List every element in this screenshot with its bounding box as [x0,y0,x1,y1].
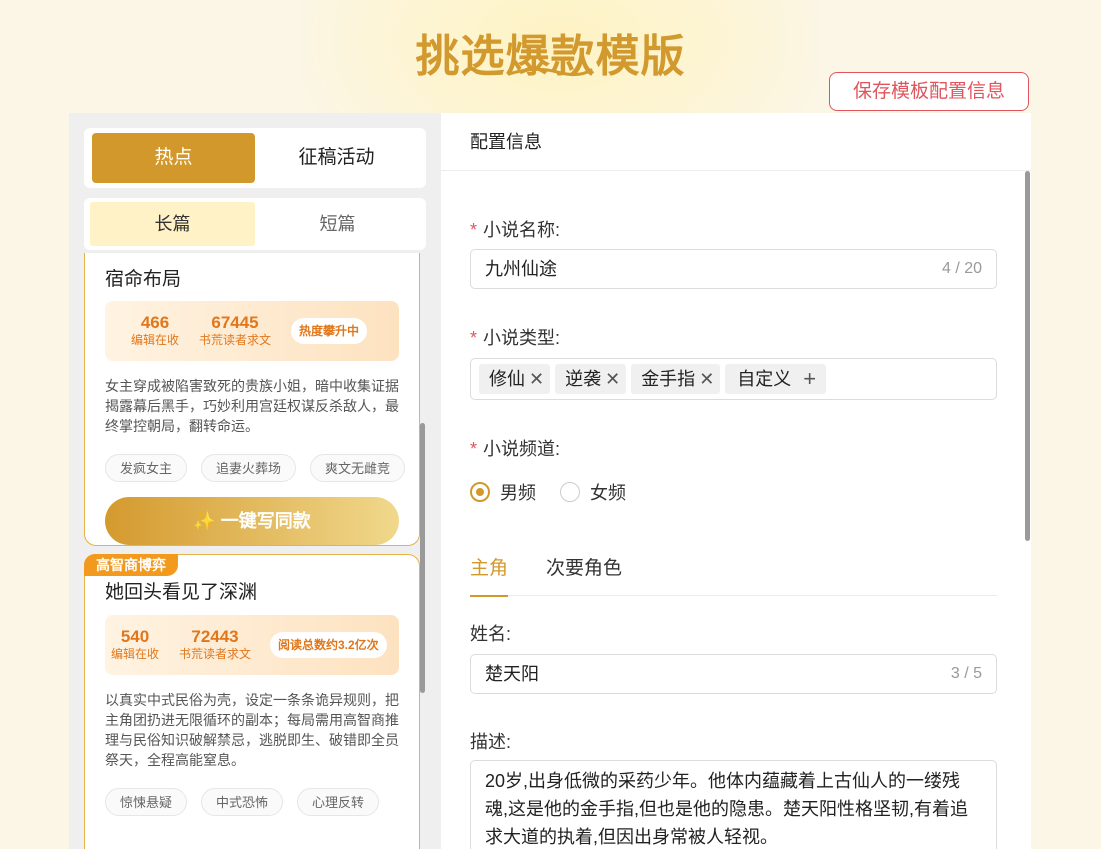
template-card[interactable]: 高智商博弈 她回头看见了深渊 540 编辑在收 72443 书荒读者求文 阅读总… [84,554,420,849]
radio-label: 女频 [590,483,626,503]
card-description: 女主穿成被陷害致死的贵族小姐，暗中收集证据揭露幕后黑手，巧妙利用宫廷权谋反杀敌人… [105,378,399,434]
editor-stat: 466 编辑在收 [131,313,179,347]
tag[interactable]: 中式恐怖 [201,788,284,816]
description-label: 描述: [470,732,512,752]
novel-type-label: * 小说类型: [470,324,560,350]
trend-badge: 热度攀升中 [291,318,368,344]
tag[interactable]: 心理反转 [297,788,380,816]
close-icon[interactable]: ✕ [699,364,714,394]
novel-name-count: 4 / 20 [941,260,982,277]
card-stats: 540 编辑在收 72443 书荒读者求文 阅读总数约3.2亿次 [105,615,399,675]
radio-checked-icon [470,482,490,502]
required-marker: * [470,220,478,240]
radio-female-channel[interactable]: 女频 [560,479,626,505]
type-chip-label: 修仙 [489,369,525,389]
editor-stat: 540 编辑在收 [111,627,159,661]
type-chip: 金手指 ✕ [631,364,721,394]
panel-title: 配置信息 [441,113,1031,171]
type-chip: 修仙 ✕ [479,364,551,394]
custom-type-label: 自定义 [737,369,792,389]
character-description-textarea[interactable]: 20岁,出身低微的采药少年。他体内蕴藏着上古仙人的一缕残魂,这是他的金手指,但也… [470,760,997,849]
left-scrollbar[interactable] [420,423,425,693]
category-tabbar: 热点 征稿活动 [84,128,426,188]
add-custom-type-button[interactable]: 自定义 + [725,364,827,394]
type-chip-label: 金手指 [641,369,696,389]
length-tabbar: 长篇 短篇 [84,198,426,250]
template-card[interactable]: 宿命布局 466 编辑在收 67445 书荒读者求文 热度攀升中 女主穿成被陷害… [84,253,420,546]
character-name-count: 3 / 5 [950,665,982,682]
novel-name-label: * 小说名称: [470,216,560,242]
novel-name-input[interactable]: 九州仙途 4 / 20 [470,249,997,289]
plus-icon: + [803,366,817,391]
tab-secondary-role[interactable]: 次要角色 [546,554,622,596]
card-title: 宿命布局 [105,269,182,290]
tag[interactable]: 惊悚悬疑 [105,788,188,816]
editor-count: 466 [140,313,170,332]
close-icon[interactable]: ✕ [529,364,544,394]
reader-label: 书荒读者求文 [179,647,252,661]
tab-long[interactable]: 长篇 [90,202,255,246]
reader-count: 67445 [211,313,259,332]
character-name-input[interactable]: 楚天阳 3 / 5 [470,654,997,694]
novel-type-input[interactable]: 修仙 ✕ 逆袭 ✕ 金手指 ✕ 自定义 + [470,358,997,400]
required-marker: * [470,328,478,348]
channel-radio-group: 男频 女频 [470,479,626,505]
save-template-button[interactable]: 保存模板配置信息 [829,72,1029,111]
channel-label-text: 小说频道: [483,439,561,459]
channel-label: * 小说频道: [470,435,560,461]
editor-label: 编辑在收 [111,647,160,661]
reading-badge: 阅读总数约3.2亿次 [270,632,387,658]
tag[interactable]: 追妻火葬场 [201,454,297,482]
write-same-button[interactable]: ✨ 一键写同款 [105,497,399,545]
card-stats: 466 编辑在收 67445 书荒读者求文 热度攀升中 [105,301,399,361]
novel-type-label-text: 小说类型: [483,328,561,348]
template-list-panel: 热点 征稿活动 长篇 短篇 宿命布局 466 编辑在收 67445 书荒读者求文… [69,113,441,849]
type-chip-label: 逆袭 [565,369,602,389]
editor-count: 540 [120,627,150,646]
reader-label: 书荒读者求文 [199,333,272,347]
tab-short[interactable]: 短篇 [255,202,420,246]
tag[interactable]: 发疯女主 [105,454,188,482]
card-title: 她回头看见了深渊 [105,582,258,603]
name-label: 姓名: [470,624,512,644]
title-underline-swoosh [507,67,593,77]
editor-label: 编辑在收 [131,333,180,347]
required-marker: * [470,439,478,459]
close-icon[interactable]: ✕ [605,364,620,394]
tab-contest[interactable]: 征稿活动 [255,133,418,183]
radio-male-channel[interactable]: 男频 [470,479,536,505]
character-name-value: 楚天阳 [485,664,539,684]
template-card-list: 宿命布局 466 编辑在收 67445 书荒读者求文 热度攀升中 女主穿成被陷害… [84,253,420,849]
type-chip: 逆袭 ✕ [555,364,627,394]
tab-protagonist[interactable]: 主角 [470,554,509,597]
tab-hot[interactable]: 热点 [92,133,255,183]
card-tags: 发疯女主 追妻火葬场 爽文无雌竞 [105,454,406,482]
config-panel: 配置信息 * 小说名称: 九州仙途 4 / 20 * 小说类型: 修仙 ✕ 逆袭 ✕… [441,113,1031,849]
role-tabs: 主角 次要角色 [470,554,997,597]
reader-count: 72443 [191,627,239,646]
reader-stat: 67445 书荒读者求文 [199,313,271,347]
right-scrollbar[interactable] [1025,171,1030,541]
tag[interactable]: 爽文无雌竞 [310,454,406,482]
novel-name-value: 九州仙途 [485,259,557,279]
card-corner-tag: 高智商博弈 [84,554,178,576]
novel-name-label-text: 小说名称: [483,220,561,240]
radio-unchecked-icon [560,482,580,502]
card-description: 以真实中式民俗为壳，设定一条条诡异规则，把主角团扔进无限循环的副本；每局需用高智… [105,692,399,768]
card-tags: 惊悚悬疑 中式恐怖 心理反转 [105,788,380,816]
radio-label: 男频 [500,483,536,503]
reader-stat: 72443 书荒读者求文 [179,627,251,661]
